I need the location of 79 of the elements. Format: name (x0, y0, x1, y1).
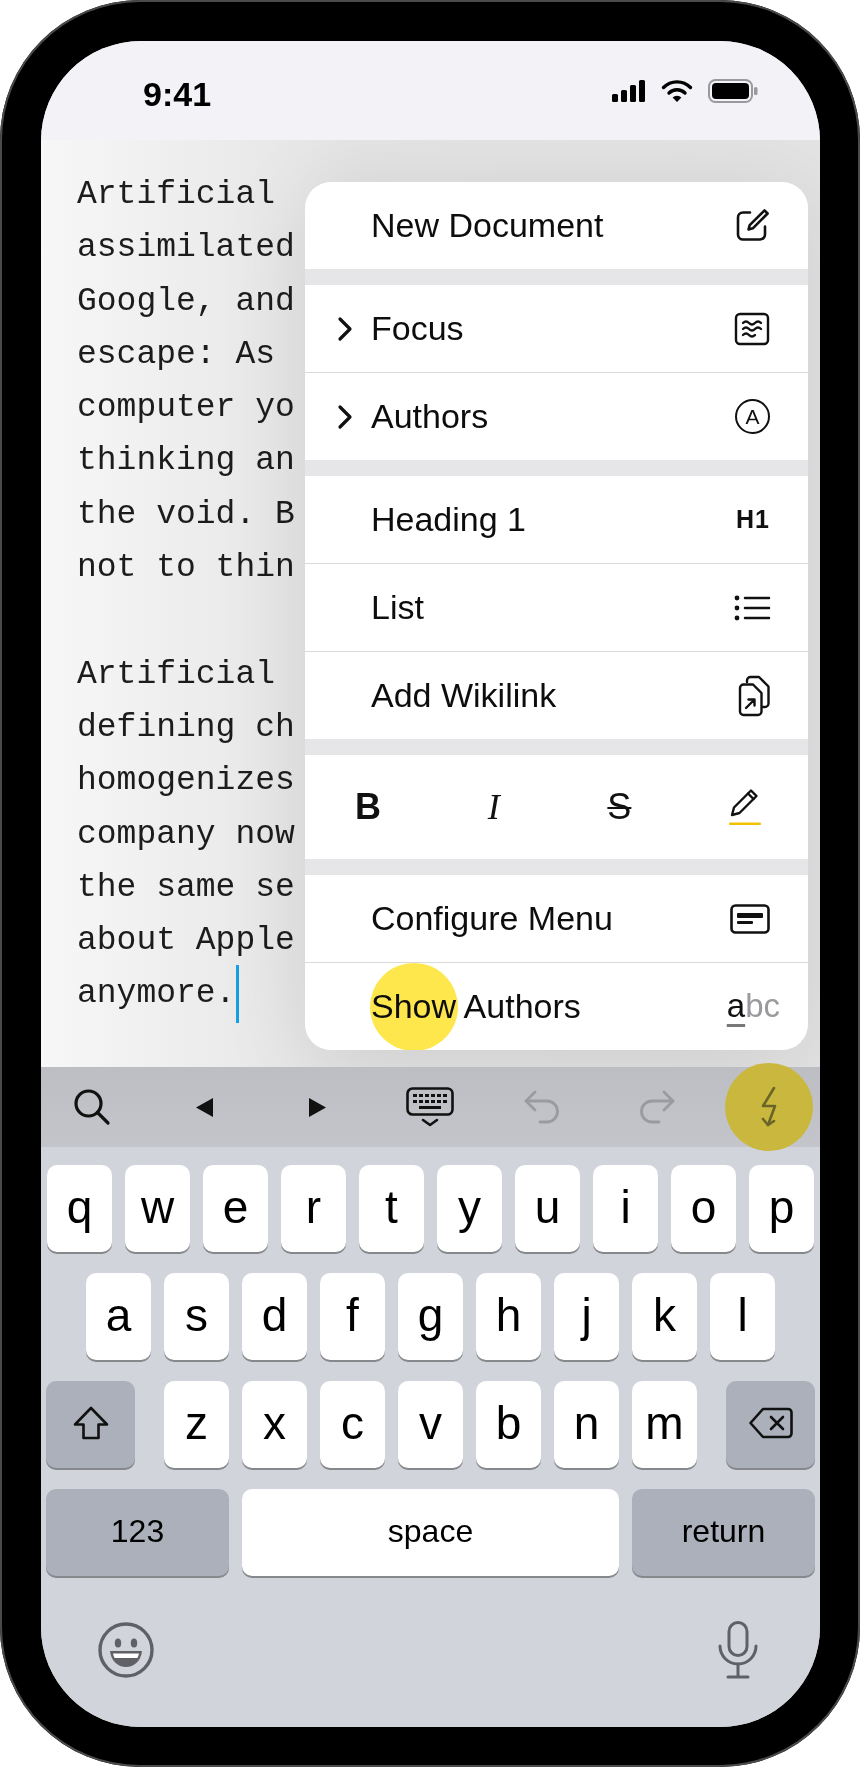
delete-key[interactable] (726, 1381, 815, 1468)
text-line: escape: As (77, 334, 276, 375)
menu-item[interactable]: New Document (305, 182, 808, 269)
menu-item[interactable]: Focus (305, 285, 808, 372)
shift-key[interactable] (46, 1381, 135, 1468)
letter-key[interactable]: r (281, 1165, 346, 1252)
battery-icon (708, 78, 758, 103)
wavy-lines-icon (734, 311, 770, 346)
bold-button[interactable]: B (348, 787, 387, 827)
wifi-icon (661, 79, 693, 102)
letter-key[interactable]: i (593, 1165, 658, 1252)
microphone-icon[interactable] (718, 1621, 758, 1679)
card-icon (730, 903, 770, 934)
letter-key[interactable]: z (164, 1381, 229, 1468)
highlighter-pencil-icon[interactable] (728, 788, 763, 826)
text-line: about Apple (77, 921, 295, 962)
list-icon (734, 594, 770, 621)
letter-key[interactable]: h (476, 1273, 541, 1360)
letter-key[interactable]: c (320, 1381, 385, 1468)
text-line: Google, and (77, 281, 295, 322)
text-line: assimilated (77, 228, 295, 269)
letter-key[interactable]: q (47, 1165, 112, 1252)
letter-key[interactable]: x (242, 1381, 307, 1468)
letter-key[interactable]: y (437, 1165, 502, 1252)
right-triangle-icon[interactable] (309, 1097, 327, 1117)
square-pencil-icon (734, 207, 770, 244)
menu-item[interactable]: Show Authors abc (305, 962, 808, 1050)
smiley-icon[interactable] (98, 1622, 154, 1678)
letter-key[interactable]: a (86, 1273, 151, 1360)
letter-key[interactable]: g (398, 1273, 463, 1360)
menu-item[interactable]: Authors A (305, 372, 808, 460)
letter-key[interactable]: t (359, 1165, 424, 1252)
text-line: the same se (77, 867, 295, 908)
status-time: 9:41 (143, 76, 212, 111)
text-line: not to thin (77, 548, 295, 589)
letter-key[interactable]: u (515, 1165, 580, 1252)
left-triangle-icon[interactable] (196, 1097, 214, 1117)
text-line: thinking an (77, 441, 295, 482)
signal-icon (612, 79, 646, 102)
menu-item[interactable]: Add Wikilink (305, 651, 808, 739)
circled-letter: A (735, 399, 770, 434)
letter-key[interactable]: s (164, 1273, 229, 1360)
letter-key[interactable]: o (671, 1165, 736, 1252)
search-icon[interactable] (74, 1089, 110, 1125)
keyboard-dismiss-icon[interactable] (406, 1087, 455, 1127)
text-line: computer yo (77, 388, 295, 429)
letter-key[interactable]: b (476, 1381, 541, 1468)
text-line: homogenizes (77, 761, 295, 802)
spelling-symbol: abc (726, 988, 780, 1025)
shift-icon (72, 1405, 109, 1440)
backspace-icon (748, 1406, 793, 1439)
text-line: company now (77, 814, 295, 855)
letter-key[interactable]: v (398, 1381, 463, 1468)
menu-item[interactable]: List (305, 563, 808, 651)
text-line: anymore. (77, 974, 236, 1015)
letter-key[interactable]: j (554, 1273, 619, 1360)
letter-key[interactable]: f (320, 1273, 385, 1360)
letter-key[interactable]: m (632, 1381, 697, 1468)
letter-key[interactable]: n (554, 1381, 619, 1468)
letter-key[interactable]: k (632, 1273, 697, 1360)
letter-key[interactable]: w (125, 1165, 190, 1252)
strikethrough-button[interactable]: S (601, 787, 638, 827)
numbers-key[interactable]: 123 (46, 1489, 229, 1576)
return-key[interactable]: return (632, 1489, 815, 1576)
text-line: the void. B (77, 494, 295, 535)
letter-key[interactable]: d (242, 1273, 307, 1360)
letter-key[interactable]: p (749, 1165, 814, 1252)
text-line: Artificial (77, 654, 276, 695)
space-key[interactable]: space (242, 1489, 619, 1576)
text-line: defining ch (77, 707, 295, 748)
linked-pages-icon (738, 675, 770, 716)
menu-item[interactable]: Configure Menu (305, 875, 808, 962)
text-cursor-icon (236, 965, 240, 1024)
letter-key[interactable]: l (710, 1273, 775, 1360)
italic-button[interactable]: I (481, 787, 506, 827)
menu-item[interactable]: Heading 1 H1 (305, 476, 808, 563)
heading-symbol: H1 (736, 507, 770, 532)
text-line: Artificial (77, 175, 276, 215)
letter-key[interactable]: e (203, 1165, 268, 1252)
